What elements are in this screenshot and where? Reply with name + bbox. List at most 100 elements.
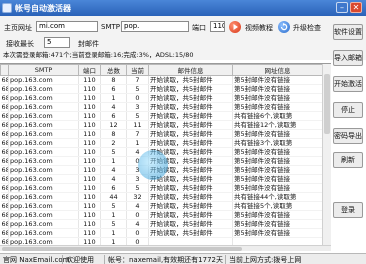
stop-button[interactable]: 停止 — [333, 102, 363, 118]
column-header[interactable]: SMTP — [8, 64, 79, 76]
table-cell: 5 — [126, 183, 149, 193]
table-cell: 110 — [78, 111, 101, 121]
import-mailbox-button[interactable]: 导入邮箱 — [333, 50, 363, 66]
table-cell: 68 — [0, 75, 9, 85]
host-label: 主页网址 — [4, 24, 32, 32]
table-cell: 4 — [126, 201, 149, 211]
table-row[interactable]: 68pop.163.com11087开始读取，共5封邮件第5封邮件没有链接 — [0, 129, 323, 139]
table-row[interactable]: 68pop.163.com11043开始读取，共5封邮件第5封邮件没有链接 — [0, 102, 323, 112]
table-cell: 3 — [126, 102, 149, 112]
table-cell: 共有链接44个,读取第 — [232, 192, 323, 202]
table-cell: 110 — [78, 147, 101, 157]
refresh-icon[interactable] — [278, 21, 290, 33]
table-row[interactable]: 68pop.163.com11054开始读取，共5封邮件第5封邮件没有链接 — [0, 219, 323, 229]
table-cell: 开始读取，共5封邮件 — [148, 183, 233, 193]
table-row[interactable]: 68pop.163.com11010 — [0, 237, 323, 245]
table-cell: 第5封邮件没有链接 — [232, 174, 323, 184]
tutorial-link[interactable]: 视频教程 — [245, 23, 273, 33]
table-cell — [232, 237, 323, 245]
table-cell: 68 — [0, 84, 9, 94]
table-cell: 110 — [78, 75, 101, 85]
table-row[interactable]: 68pop.163.com1101211开始读取，共5封邮件共有链接12个,读取… — [0, 120, 323, 130]
table-cell: 1 — [126, 138, 149, 148]
progress-summary: 本次需登录邮箱:471个;当前登录邮箱:16;完成:3%，ADSL:15/80 — [3, 51, 194, 59]
table-cell: 1 — [100, 237, 127, 245]
table-cell: 开始读取，共5封邮件 — [148, 102, 233, 112]
upgrade-check-link[interactable]: 升级检查 — [293, 23, 321, 33]
scrollbar-thumb[interactable] — [2, 247, 242, 251]
table-cell: pop.163.com — [8, 174, 79, 184]
table-cell: 第5封邮件没有链接 — [232, 219, 323, 229]
column-header[interactable]: 网址信息 — [232, 64, 323, 76]
status-site: 官网 NaxEmail.com — [3, 256, 70, 264]
table-cell: 5 — [100, 219, 127, 229]
table-cell: 68 — [0, 129, 9, 139]
table-row[interactable]: 68pop.163.com11021开始读取，共5封邮件共有链接3个,读取第 — [0, 138, 323, 148]
refresh-button[interactable]: 刷新 — [333, 152, 363, 168]
column-header[interactable]: 端口 — [78, 64, 101, 76]
table-cell: 12 — [100, 120, 127, 130]
interval-label: 接收最长 — [6, 40, 34, 48]
vertical-scrollbar[interactable] — [322, 64, 331, 245]
status-connection-mode: 当前上网方式:拨号上网 — [229, 256, 302, 264]
table-cell: 110 — [78, 201, 101, 211]
table-cell: 110 — [78, 84, 101, 94]
table-cell: pop.163.com — [8, 138, 79, 148]
table-cell: 11 — [126, 120, 149, 130]
table-cell: 共有链接6个,读取第 — [232, 111, 323, 121]
table-cell: 4 — [100, 174, 127, 184]
table-cell: 第5封邮件没有链接 — [232, 93, 323, 103]
table-cell: 共有链接3个,读取第 — [232, 138, 323, 148]
settings-button[interactable]: 软件设置 — [333, 24, 363, 40]
smtp-input[interactable]: pop. — [121, 21, 189, 32]
table-cell: 7 — [126, 129, 149, 139]
table-cell: pop.163.com — [8, 102, 79, 112]
table-cell: 第5封邮件没有链接 — [232, 129, 323, 139]
table-cell: 4 — [100, 102, 127, 112]
login-button[interactable]: 登录 — [333, 202, 363, 218]
table-row[interactable]: 68pop.163.com11054开始读取，共5封邮件共有链接5个,读取第 — [0, 201, 323, 211]
table-row[interactable]: 68pop.163.com11065开始读取，共5封邮件第5封邮件没有链接 — [0, 183, 323, 193]
port-input[interactable]: 110 — [210, 21, 225, 32]
table-row[interactable]: 68pop.163.com11010开始读取，共5封邮件第5封邮件没有链接 — [0, 210, 323, 220]
horizontal-scrollbar[interactable] — [0, 245, 331, 251]
status-bar: 官网 NaxEmail.com 欢迎使用 帐号：naxemail,有效期还有17… — [0, 253, 366, 264]
column-header[interactable]: 总数 — [100, 64, 127, 76]
minimize-button[interactable]: – — [336, 2, 348, 13]
table-row[interactable]: 68pop.163.com11010开始读取，共5封邮件第5封邮件没有链接 — [0, 93, 323, 103]
table-cell: 110 — [78, 102, 101, 112]
table-cell: 第5封邮件没有链接 — [232, 228, 323, 238]
table-cell: 开始读取，共5封邮件 — [148, 111, 233, 121]
table-cell: 0 — [126, 237, 149, 245]
table-cell: 共有链接5个,读取第 — [232, 201, 323, 211]
table-cell: pop.163.com — [8, 201, 79, 211]
column-header[interactable] — [0, 64, 9, 76]
column-header[interactable]: 邮件信息 — [148, 64, 233, 76]
close-button[interactable]: ✕ — [350, 2, 362, 13]
app-icon — [2, 3, 12, 13]
table-cell: 7 — [126, 75, 149, 85]
table-row[interactable]: 68pop.163.com11010开始读取，共5封邮件第5封邮件没有链接 — [0, 228, 323, 238]
table-cell: 1 — [100, 228, 127, 238]
start-activation-button[interactable]: 开始激活 — [333, 76, 363, 92]
column-header[interactable]: 当前 — [126, 64, 149, 76]
interval-input[interactable]: 5 — [44, 37, 70, 48]
table-row[interactable]: 68pop.163.com11087开始读取，共5封邮件第5封邮件没有链接 — [0, 75, 323, 85]
table-cell: 110 — [78, 120, 101, 130]
host-input[interactable]: mi.com — [36, 21, 98, 32]
table-row[interactable]: 68pop.163.com1104432开始读取，共5封邮件共有链接44个,读取… — [0, 192, 323, 202]
table-cell: pop.163.com — [8, 75, 79, 85]
scrollbar-thumb[interactable] — [324, 74, 330, 134]
table-cell: 开始读取，共5封邮件 — [148, 138, 233, 148]
table-cell: 6 — [100, 111, 127, 121]
export-password-button[interactable]: 密码导出 — [333, 128, 363, 144]
table-cell: 第5封邮件没有链接 — [232, 84, 323, 94]
table-cell: pop.163.com — [8, 219, 79, 229]
table-cell: 110 — [78, 237, 101, 245]
table-cell: 110 — [78, 192, 101, 202]
table-cell: 68 — [0, 210, 9, 220]
play-icon[interactable] — [229, 21, 241, 33]
table-cell: 开始读取，共5封邮件 — [148, 84, 233, 94]
table-row[interactable]: 68pop.163.com11065开始读取，共5封邮件共有链接6个,读取第 — [0, 111, 323, 121]
table-row[interactable]: 68pop.163.com11065开始读取，共5封邮件第5封邮件没有链接 — [0, 84, 323, 94]
